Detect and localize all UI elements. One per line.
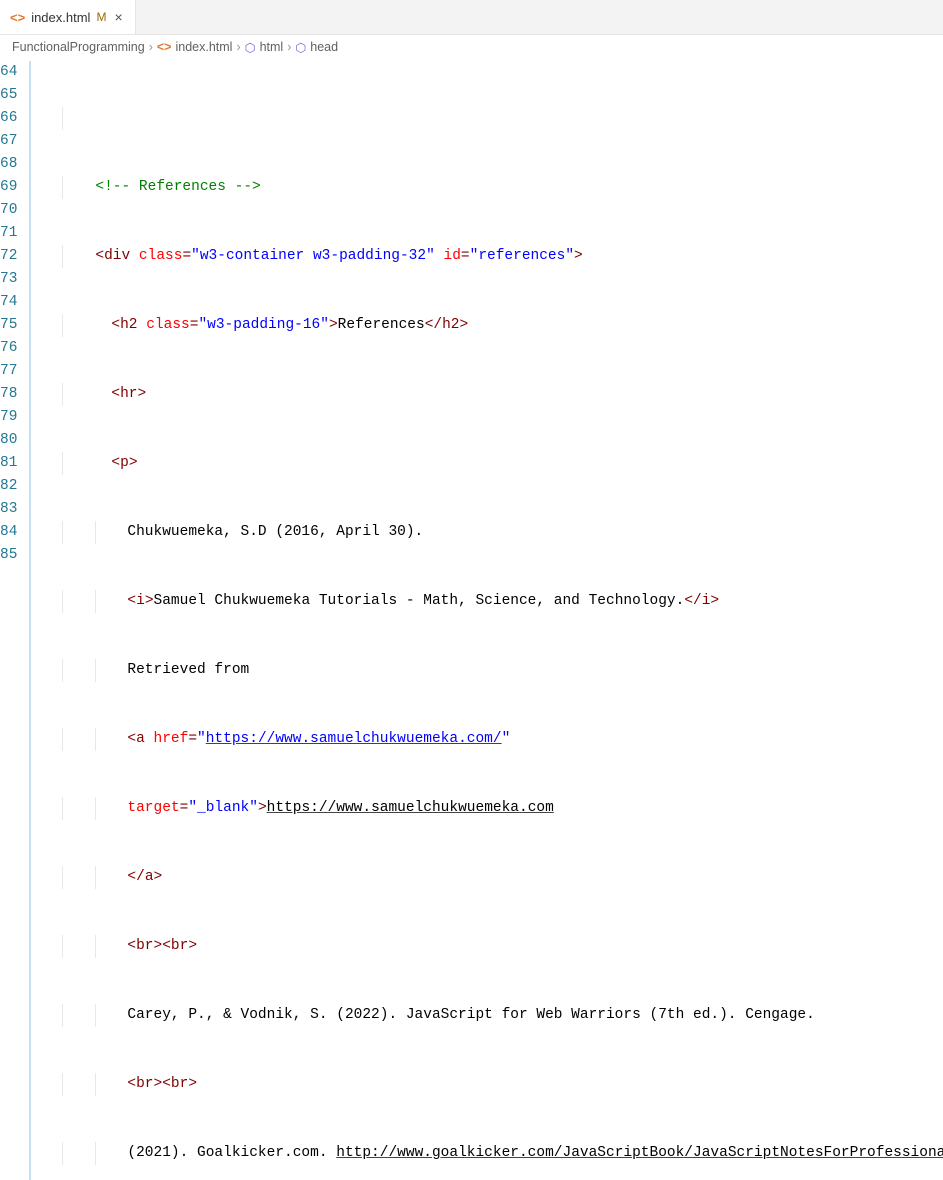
chevron-right-icon: › bbox=[149, 40, 153, 54]
line-number: 69 bbox=[0, 176, 17, 199]
line-number: 70 bbox=[0, 199, 17, 222]
code-tag: div bbox=[104, 245, 130, 268]
symbol-icon: ⬡ bbox=[245, 40, 256, 55]
breadcrumb-item[interactable]: FunctionalProgramming bbox=[12, 40, 145, 54]
tab-bar: <> index.html M × bbox=[0, 0, 943, 35]
code-content[interactable]: <!-- References --> <div class="w3-conta… bbox=[29, 59, 943, 1180]
breadcrumb-item[interactable]: html bbox=[260, 40, 284, 54]
line-number: 79 bbox=[0, 406, 17, 429]
code-tag: hr bbox=[120, 383, 137, 406]
tab-index-html[interactable]: <> index.html M × bbox=[0, 0, 136, 34]
code-tag: br bbox=[171, 935, 188, 958]
code-attr: id bbox=[444, 245, 461, 268]
code-attr: target bbox=[127, 797, 179, 820]
code-text: References bbox=[338, 314, 425, 337]
code-comment: <!-- References --> bbox=[95, 176, 260, 199]
line-number: 76 bbox=[0, 337, 17, 360]
code-attr: class bbox=[139, 245, 183, 268]
code-text: Samuel Chukwuemeka Tutorials - Math, Sci… bbox=[154, 590, 685, 613]
line-number: 71 bbox=[0, 222, 17, 245]
code-tag: br bbox=[171, 1073, 188, 1096]
close-icon[interactable]: × bbox=[112, 7, 124, 27]
line-number: 85 bbox=[0, 544, 17, 567]
line-number: 68 bbox=[0, 153, 17, 176]
chevron-right-icon: › bbox=[236, 40, 240, 54]
code-string: https://www.samuelchukwuemeka.com/ bbox=[206, 731, 502, 747]
breadcrumb-item[interactable]: head bbox=[310, 40, 338, 54]
code-link: http://www.goalkicker.com/JavaScriptBook… bbox=[336, 1142, 943, 1165]
line-number: 64 bbox=[0, 61, 17, 84]
code-tag: a bbox=[136, 728, 145, 751]
code-text: Carey, P., & Vodnik, S. (2022). JavaScri… bbox=[127, 1004, 814, 1027]
code-string: w3-padding-16 bbox=[207, 317, 320, 333]
code-tag: a bbox=[145, 866, 154, 889]
line-number: 72 bbox=[0, 245, 17, 268]
code-editor[interactable]: 6465666768697071727374757677787980818283… bbox=[0, 59, 943, 1180]
line-number: 77 bbox=[0, 360, 17, 383]
tab-filename: index.html bbox=[31, 10, 90, 25]
breadcrumb-item[interactable]: index.html bbox=[175, 40, 232, 54]
breadcrumb: FunctionalProgramming › <> index.html › … bbox=[0, 35, 943, 59]
line-number: 65 bbox=[0, 84, 17, 107]
code-text: (2021). Goalkicker.com. bbox=[127, 1142, 336, 1165]
code-string: w3-container w3-padding-32 bbox=[200, 248, 426, 264]
code-tag: h2 bbox=[442, 314, 459, 337]
line-number: 81 bbox=[0, 452, 17, 475]
line-number: 83 bbox=[0, 498, 17, 521]
code-text: Chukwuemeka, S.D (2016, April 30). bbox=[127, 521, 423, 544]
code-tag: i bbox=[136, 590, 145, 613]
line-number: 84 bbox=[0, 521, 17, 544]
code-attr: href bbox=[154, 728, 189, 751]
line-number: 75 bbox=[0, 314, 17, 337]
html-file-icon: <> bbox=[157, 40, 172, 54]
code-text: https://www.samuelchukwuemeka.com bbox=[267, 797, 554, 820]
code-string: _blank bbox=[197, 800, 249, 816]
code-tag: br bbox=[136, 935, 153, 958]
code-text: Retrieved from bbox=[127, 659, 249, 682]
modified-indicator: M bbox=[96, 10, 106, 24]
line-number: 66 bbox=[0, 107, 17, 130]
line-number: 78 bbox=[0, 383, 17, 406]
code-string: references bbox=[478, 248, 565, 264]
code-tag: h2 bbox=[120, 314, 137, 337]
code-tag: i bbox=[702, 590, 711, 613]
line-number: 80 bbox=[0, 429, 17, 452]
code-tag: br bbox=[136, 1073, 153, 1096]
line-number: 74 bbox=[0, 291, 17, 314]
code-attr: class bbox=[146, 314, 190, 337]
chevron-right-icon: › bbox=[287, 40, 291, 54]
line-number: 73 bbox=[0, 268, 17, 291]
line-number: 67 bbox=[0, 130, 17, 153]
line-number: 82 bbox=[0, 475, 17, 498]
code-tag: p bbox=[120, 452, 129, 475]
symbol-icon: ⬡ bbox=[295, 40, 306, 55]
line-number-gutter: 6465666768697071727374757677787980818283… bbox=[0, 59, 29, 1180]
html-file-icon: <> bbox=[10, 10, 25, 25]
